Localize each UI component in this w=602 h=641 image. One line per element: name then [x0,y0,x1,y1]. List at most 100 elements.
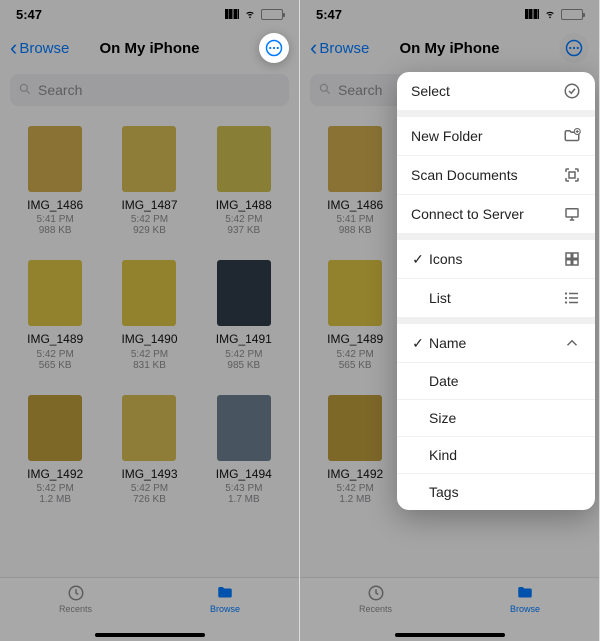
chevron-up-icon [563,334,581,352]
search-field[interactable]: Search [10,74,289,106]
chevron-left-icon: ‹ [10,37,17,59]
back-button[interactable]: ‹ Browse [10,37,69,59]
file-time: 5:41 PM [312,214,398,225]
file-item[interactable]: IMG_14865:41 PM988 KB [312,126,398,236]
ellipsis-circle-icon [565,39,583,57]
file-item[interactable]: IMG_1490 5:42 PM831 KB [106,260,192,370]
file-size: 937 KB [201,225,287,236]
file-name: IMG_1486 [12,198,98,212]
menu-label: Scan Documents [411,167,518,183]
file-name: IMG_1490 [106,332,192,346]
scan-icon [563,166,581,184]
file-grid: IMG_14865:41 PM988 KB IMG_14875:42 PM929… [0,116,299,565]
file-item[interactable]: IMG_14925:42 PM1.2 MB [312,395,398,505]
file-name: IMG_1494 [201,467,287,481]
phone-left: 5:47 ‹ Browse On My iPhone Search IMG_14… [0,0,300,641]
folder-plus-icon [563,127,581,145]
file-time: 5:42 PM [312,349,398,360]
more-button[interactable] [559,33,589,63]
phone-right: 5:47 ‹ Browse On My iPhone Search IMG_14… [300,0,600,641]
file-item[interactable]: IMG_1493 5:42 PM726 KB [106,395,192,505]
file-item[interactable]: IMG_14895:42 PM565 KB [12,260,98,370]
file-item[interactable]: IMG_1488 5:42 PM937 KB [201,126,287,236]
status-icons [225,9,283,20]
menu-label: Connect to Server [411,206,524,222]
file-name: IMG_1491 [201,332,287,346]
more-button[interactable] [259,33,289,63]
menu-new-folder[interactable]: New Folder [397,117,595,156]
file-time: 5:42 PM [106,483,192,494]
status-time: 5:47 [16,7,42,22]
file-name: IMG_1487 [106,198,192,212]
search-placeholder: Search [338,82,382,98]
status-bar: 5:47 [300,0,599,28]
menu-sort-tags[interactable]: Tags [397,474,595,510]
context-menu: Select New Folder Scan Documents Connect… [397,72,595,510]
file-name: IMG_1492 [12,467,98,481]
tab-browse[interactable]: Browse [510,584,540,614]
back-button[interactable]: ‹ Browse [310,37,369,59]
menu-sort-size[interactable]: Size [397,400,595,437]
menu-label: Tags [429,484,459,500]
file-item[interactable]: IMG_14875:42 PM929 KB [106,126,192,236]
grid-icon [563,250,581,268]
checkmark-icon: ✓ [411,251,425,268]
tab-label: Browse [210,604,240,614]
file-thumb [328,126,382,192]
chevron-left-icon: ‹ [310,37,317,59]
menu-scan-documents[interactable]: Scan Documents [397,156,595,195]
tab-label: Recents [359,604,392,614]
search-placeholder: Search [38,82,82,98]
menu-label: Icons [429,251,462,267]
file-item[interactable]: IMG_14945:43 PM1.7 MB [201,395,287,505]
clock-icon [65,584,87,602]
file-thumb [122,126,176,192]
file-time: 5:43 PM [201,483,287,494]
status-bar: 5:47 [0,0,299,28]
file-name: IMG_1493 [106,467,192,481]
search-icon [318,82,332,99]
folder-icon [514,584,536,602]
tab-recents[interactable]: Recents [59,584,92,614]
file-item[interactable]: IMG_14915:42 PM985 KB [201,260,287,370]
file-name: IMG_1492 [312,467,398,481]
ellipsis-circle-icon [265,39,283,57]
file-size: 565 KB [312,360,398,371]
checkmark-circle-icon [563,82,581,100]
tab-recents[interactable]: Recents [359,584,392,614]
tab-label: Recents [59,604,92,614]
file-size: 831 KB [106,360,192,371]
file-time: 5:42 PM [106,349,192,360]
file-size: 726 KB [106,494,192,505]
file-time: 5:42 PM [201,214,287,225]
search-icon [18,82,32,99]
tab-bar: Recents Browse [0,577,299,641]
file-item[interactable]: IMG_14925:42 PM1.2 MB [12,395,98,505]
file-size: 1.2 MB [12,494,98,505]
file-thumb [217,395,271,461]
status-icons [525,9,583,20]
home-indicator [95,633,205,637]
battery-icon [561,9,583,20]
file-time: 5:42 PM [12,349,98,360]
menu-connect-server[interactable]: Connect to Server [397,195,595,234]
file-thumb [217,260,271,326]
file-name: IMG_1486 [312,198,398,212]
file-item[interactable]: IMG_14865:41 PM988 KB [12,126,98,236]
file-item[interactable]: IMG_14895:42 PM565 KB [312,260,398,370]
home-indicator [395,633,505,637]
folder-icon [214,584,236,602]
file-name: IMG_1488 [201,198,287,212]
back-label: Browse [319,40,369,57]
file-thumb [28,260,82,326]
menu-sort-kind[interactable]: Kind [397,437,595,474]
tab-browse[interactable]: Browse [210,584,240,614]
signal-icon [525,9,539,19]
file-time: 5:41 PM [12,214,98,225]
menu-sort-name[interactable]: ✓Name [397,324,595,363]
menu-view-list[interactable]: List [397,279,595,318]
menu-sort-date[interactable]: Date [397,363,595,400]
file-thumb [328,260,382,326]
menu-view-icons[interactable]: ✓Icons [397,240,595,279]
menu-select[interactable]: Select [397,72,595,111]
